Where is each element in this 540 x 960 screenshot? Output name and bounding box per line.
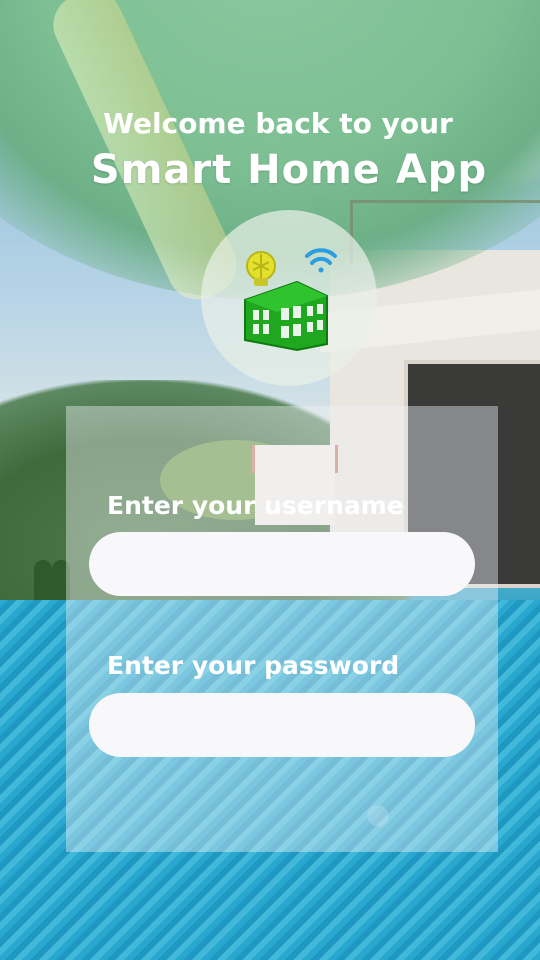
app-title: Smart Home App [90,147,488,193]
username-label: Enter your username [107,491,404,520]
app-logo [201,210,377,386]
password-label: Enter your password [107,651,400,680]
welcome-heading: Welcome back to your [103,107,453,140]
login-screen: Welcome back to your Smart Home App Ente… [0,0,540,960]
lightbulb-icon [246,251,276,286]
building-icon [244,280,328,352]
password-input[interactable] [89,693,475,757]
username-input[interactable] [89,532,475,596]
wifi-icon [305,248,337,273]
login-panel [66,406,498,852]
